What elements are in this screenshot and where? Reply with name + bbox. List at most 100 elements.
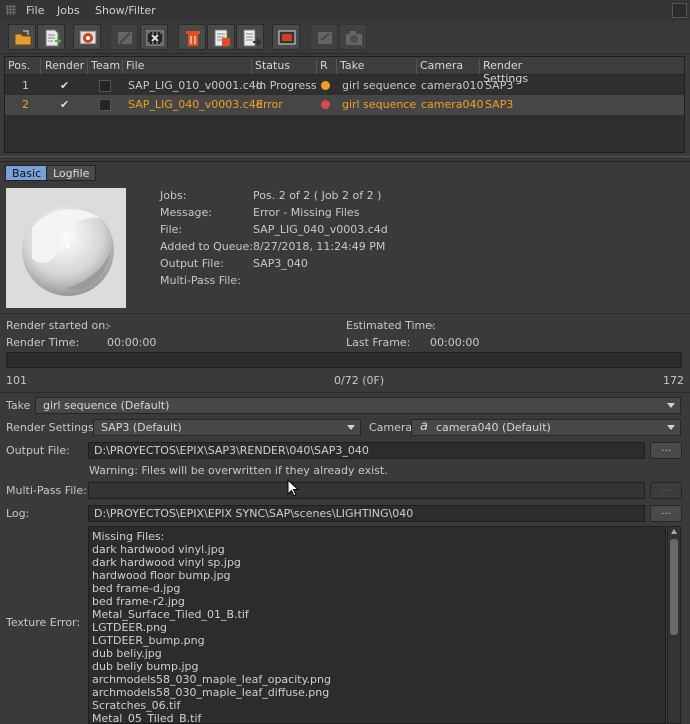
jobs-value: Pos. 2 of 2 ( Job 2 of 2 ) xyxy=(253,189,382,202)
cell-camera: camera040 xyxy=(421,98,484,111)
column-header-camera[interactable]: Camera xyxy=(417,59,480,74)
cell-status: In Progress xyxy=(256,79,317,92)
close-icon[interactable] xyxy=(672,3,687,18)
frame-progress: 0/72 (0F) xyxy=(334,374,385,387)
camera-icon xyxy=(346,31,362,45)
texture-error-list[interactable]: Missing Files: dark hardwood vinyl.jpg dar… xyxy=(88,526,666,724)
frame-end: 172 xyxy=(663,374,684,387)
team-checkbox[interactable] xyxy=(99,80,111,92)
multipass-file-label: Multi-Pass File: xyxy=(160,274,241,287)
tab-basic[interactable]: Basic xyxy=(5,165,49,181)
texture-error-item: hardwood floor bump.jpg xyxy=(92,569,231,582)
menu-file[interactable]: File xyxy=(26,4,44,17)
column-header-status[interactable]: Status xyxy=(252,59,317,74)
progress-bar xyxy=(6,352,682,368)
mouse-cursor-icon xyxy=(287,479,300,497)
divider xyxy=(0,392,690,393)
cell-camera: camera010 xyxy=(421,79,484,92)
texture-error-item: Metal_Surface_Tiled_01_B.tif xyxy=(92,608,249,621)
table-row[interactable]: 2 ✔ SAP_LIG_040_v0003.c4d Error girl seq… xyxy=(5,95,684,115)
take-dropdown[interactable]: girl sequence (Default) xyxy=(35,397,681,414)
edit-button[interactable] xyxy=(110,24,138,50)
texture-error-item: dark hardwood vinyl sp.jpg xyxy=(92,556,241,569)
estimated-time-value: - xyxy=(430,319,434,332)
output-file-browse-button[interactable]: ... xyxy=(650,442,682,459)
share-icon xyxy=(318,32,332,44)
camera-object-icon: a xyxy=(420,419,428,434)
cell-take: girl sequence xyxy=(342,79,417,92)
cell-pos: 1 xyxy=(22,79,29,92)
column-header-render-settings[interactable]: Render Settings xyxy=(480,59,568,85)
table-header: Pos. Render Team File Status R Take Came… xyxy=(5,57,684,85)
texture-error-item: Metal_05_Tiled_B.tif xyxy=(92,712,202,724)
folder-icon xyxy=(14,30,32,46)
grip-icon[interactable] xyxy=(6,5,16,15)
render-icon xyxy=(79,30,97,45)
delete-button[interactable] xyxy=(178,24,206,50)
added-to-queue-label: Added to Queue: xyxy=(160,240,253,253)
multipass-browse-button[interactable]: ... xyxy=(650,482,682,499)
cell-render-settings: SAP3 xyxy=(485,98,514,111)
add-document-icon xyxy=(45,29,61,47)
added-to-queue-value: 8/27/2018, 11:24:49 PM xyxy=(253,240,386,253)
cell-take: girl sequence xyxy=(342,98,417,111)
toolbar xyxy=(0,21,690,54)
list-delete-icon xyxy=(214,29,230,47)
export-button[interactable] xyxy=(236,24,264,50)
last-frame-label: Last Frame: xyxy=(346,336,411,349)
render-preview-image xyxy=(6,188,126,308)
scrollbar-thumb[interactable] xyxy=(670,539,678,635)
render-settings-dropdown[interactable]: SAP3 (Default) xyxy=(93,419,361,436)
texture-error-item: bed frame-r2.jpg xyxy=(92,595,185,608)
column-header-team[interactable]: Team xyxy=(88,59,123,74)
chevron-down-icon xyxy=(347,425,355,430)
render-button[interactable] xyxy=(73,24,101,50)
column-header-pos[interactable]: Pos. xyxy=(5,59,41,74)
picture-viewer-button[interactable] xyxy=(272,24,300,50)
texture-error-item: dub beliy.jpg xyxy=(92,647,162,660)
log-input[interactable]: D:\PROYECTOS\EPIX\EPIX SYNC\SAP\scenes\L… xyxy=(88,505,645,522)
add-file-button[interactable] xyxy=(37,24,65,50)
texture-error-item: archmodels58_030_maple_leaf_opacity.png xyxy=(92,673,331,686)
cell-file: SAP_LIG_010_v0001.c4d xyxy=(128,79,263,92)
texture-error-item: bed frame-d.jpg xyxy=(92,582,181,595)
camera-button[interactable] xyxy=(339,24,367,50)
column-header-file[interactable]: File xyxy=(123,59,252,74)
output-file-value: SAP3_040 xyxy=(253,257,308,270)
texture-error-scrollbar[interactable] xyxy=(667,526,681,724)
overwrite-warning: Warning: Files will be overwritten if th… xyxy=(89,464,388,477)
message-label: Message: xyxy=(160,206,212,219)
share-button[interactable] xyxy=(310,24,338,50)
texture-error-item: dark hardwood vinyl.jpg xyxy=(92,543,225,556)
panel-splitter[interactable] xyxy=(0,156,690,162)
output-file-input[interactable]: D:\PROYECTOS\EPIX\SAP3\RENDER\040\SAP3_0… xyxy=(88,442,645,459)
stop-button[interactable] xyxy=(140,24,168,50)
menu-show-filter[interactable]: Show/Filter xyxy=(95,4,156,17)
team-checkbox[interactable] xyxy=(99,99,111,111)
job-table: Pos. Render Team File Status R Take Came… xyxy=(4,56,685,153)
delete-list-button[interactable] xyxy=(207,24,235,50)
render-checkbox[interactable]: ✔ xyxy=(60,98,69,111)
open-folder-button[interactable] xyxy=(8,24,36,50)
table-row[interactable]: 1 ✔ SAP_LIG_010_v0001.c4d In Progress gi… xyxy=(5,76,684,96)
column-header-r[interactable]: R xyxy=(317,59,337,74)
render-time-label: Render Time: xyxy=(6,336,80,349)
log-browse-button[interactable]: ... xyxy=(650,505,682,522)
scroll-up-icon[interactable] xyxy=(671,529,677,534)
edit-icon xyxy=(118,32,132,44)
divider xyxy=(0,313,690,314)
texture-error-label: Texture Error: xyxy=(6,616,81,629)
estimated-time-label: Estimated Time: xyxy=(346,319,436,332)
column-header-render[interactable]: Render xyxy=(42,59,88,74)
camera-dropdown[interactable]: a camera040 (Default) xyxy=(411,419,681,436)
menu-jobs[interactable]: Jobs xyxy=(57,4,80,17)
texture-error-item: dub beliy bump.jpg xyxy=(92,660,199,673)
multipass-file-input[interactable] xyxy=(88,482,645,499)
tab-logfile[interactable]: Logfile xyxy=(46,165,97,181)
column-header-take[interactable]: Take xyxy=(337,59,417,74)
render-checkbox[interactable]: ✔ xyxy=(60,79,69,92)
take-dropdown-value: girl sequence (Default) xyxy=(43,399,170,412)
menu-bar: File Jobs Show/Filter xyxy=(0,0,690,22)
output-file-label: Output File: xyxy=(160,257,224,270)
message-value: Error - Missing Files xyxy=(253,206,360,219)
